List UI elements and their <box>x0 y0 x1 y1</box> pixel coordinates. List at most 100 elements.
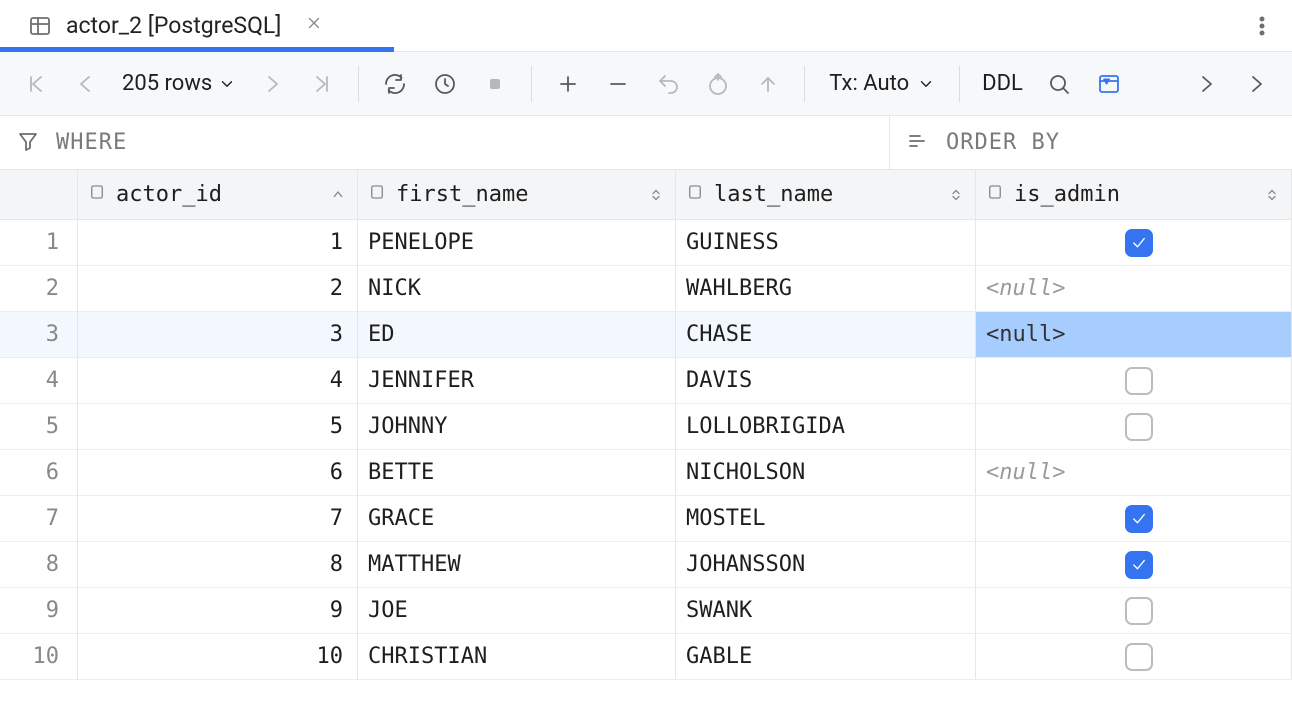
tx-mode-dropdown[interactable]: Tx: Auto <box>819 71 945 96</box>
checkbox[interactable] <box>1125 413 1153 441</box>
gutter-header[interactable] <box>0 170 78 219</box>
table-row[interactable]: 33EDCHASE<null> <box>0 312 1292 358</box>
row-number[interactable]: 10 <box>0 634 78 679</box>
cell-is-admin[interactable] <box>976 542 1292 587</box>
row-number[interactable]: 8 <box>0 542 78 587</box>
cell-first-name[interactable]: GRACE <box>358 496 676 541</box>
where-section[interactable]: WHERE <box>0 116 890 169</box>
close-icon[interactable] <box>295 13 323 38</box>
table-row[interactable]: 88MATTHEWJOHANSSON <box>0 542 1292 588</box>
row-number[interactable]: 7 <box>0 496 78 541</box>
cell-first-name[interactable]: PENELOPE <box>358 220 676 265</box>
tab-overflow-menu[interactable] <box>1232 0 1292 51</box>
checkbox[interactable] <box>1125 597 1153 625</box>
tab-actor2[interactable]: actor_2 [PostgreSQL] <box>0 0 347 51</box>
cell-first-name[interactable]: ED <box>358 312 676 357</box>
cell-is-admin[interactable] <box>976 588 1292 633</box>
revert-button[interactable] <box>646 62 690 106</box>
cell-actor-id[interactable]: 9 <box>78 588 358 633</box>
cell-actor-id[interactable]: 7 <box>78 496 358 541</box>
order-by-section[interactable]: ORDER BY <box>890 116 1292 169</box>
cell-last-name[interactable]: WAHLBERG <box>676 266 976 311</box>
cell-first-name[interactable]: MATTHEW <box>358 542 676 587</box>
search-button[interactable] <box>1037 62 1081 106</box>
column-header-is-admin[interactable]: is_admin <box>976 170 1292 219</box>
checkbox[interactable] <box>1125 367 1153 395</box>
last-page-button[interactable] <box>300 62 344 106</box>
checkbox[interactable] <box>1125 551 1153 579</box>
column-header-first-name[interactable]: first_name <box>358 170 676 219</box>
column-header-actor-id[interactable]: actor_id <box>78 170 358 219</box>
cell-last-name[interactable]: NICHOLSON <box>676 450 976 495</box>
checkbox[interactable] <box>1125 505 1153 533</box>
ddl-button[interactable]: DDL <box>974 71 1031 96</box>
cell-is-admin[interactable]: <null> <box>976 450 1292 495</box>
cell-last-name[interactable]: CHASE <box>676 312 976 357</box>
column-header-last-name[interactable]: last_name <box>676 170 976 219</box>
row-number[interactable]: 2 <box>0 266 78 311</box>
sort-both-icon <box>947 186 965 204</box>
cell-actor-id[interactable]: 1 <box>78 220 358 265</box>
refresh-button[interactable] <box>373 62 417 106</box>
cell-is-admin[interactable] <box>976 220 1292 265</box>
checkbox[interactable] <box>1125 643 1153 671</box>
cell-actor-id[interactable]: 5 <box>78 404 358 449</box>
table-row[interactable]: 44JENNIFERDAVIS <box>0 358 1292 404</box>
prev-page-button[interactable] <box>64 62 108 106</box>
commit-button[interactable] <box>696 62 740 106</box>
cell-is-admin[interactable] <box>976 634 1292 679</box>
column-name: actor_id <box>116 182 222 207</box>
cell-last-name[interactable]: DAVIS <box>676 358 976 403</box>
cell-last-name[interactable]: LOLLOBRIGIDA <box>676 404 976 449</box>
order-by-label: ORDER BY <box>946 130 1060 155</box>
upload-button[interactable] <box>746 62 790 106</box>
cell-last-name[interactable]: JOHANSSON <box>676 542 976 587</box>
cell-last-name[interactable]: GUINESS <box>676 220 976 265</box>
cell-first-name[interactable]: JOE <box>358 588 676 633</box>
add-row-button[interactable] <box>546 62 590 106</box>
table-row[interactable]: 22NICKWAHLBERG<null> <box>0 266 1292 312</box>
table-row[interactable]: 1010CHRISTIANGABLE <box>0 634 1292 680</box>
next-page-button[interactable] <box>250 62 294 106</box>
table-row[interactable]: 55JOHNNYLOLLOBRIGIDA <box>0 404 1292 450</box>
table-row[interactable]: 77GRACEMOSTEL <box>0 496 1292 542</box>
cell-actor-id[interactable]: 10 <box>78 634 358 679</box>
row-number[interactable]: 6 <box>0 450 78 495</box>
row-number[interactable]: 3 <box>0 312 78 357</box>
auto-refresh-button[interactable] <box>423 62 467 106</box>
cell-is-admin[interactable]: <null> <box>976 312 1292 357</box>
cell-is-admin[interactable] <box>976 496 1292 541</box>
cell-first-name[interactable]: NICK <box>358 266 676 311</box>
cell-actor-id[interactable]: 4 <box>78 358 358 403</box>
rows-dropdown[interactable]: 205 rows <box>114 71 244 96</box>
cell-is-admin[interactable] <box>976 358 1292 403</box>
chevron-right-icon[interactable] <box>1184 62 1228 106</box>
cell-is-admin[interactable]: <null> <box>976 266 1292 311</box>
filter-view-button[interactable] <box>1087 62 1131 106</box>
cell-first-name[interactable]: JOHNNY <box>358 404 676 449</box>
chevron-right-icon[interactable] <box>1234 62 1278 106</box>
cell-first-name[interactable]: JENNIFER <box>358 358 676 403</box>
delete-row-button[interactable] <box>596 62 640 106</box>
checkbox[interactable] <box>1125 229 1153 257</box>
row-number[interactable]: 5 <box>0 404 78 449</box>
table-row[interactable]: 66BETTENICHOLSON<null> <box>0 450 1292 496</box>
cell-actor-id[interactable]: 3 <box>78 312 358 357</box>
tx-label: Tx: Auto <box>829 71 909 96</box>
cell-first-name[interactable]: BETTE <box>358 450 676 495</box>
cell-last-name[interactable]: SWANK <box>676 588 976 633</box>
cell-is-admin[interactable] <box>976 404 1292 449</box>
stop-button[interactable] <box>473 62 517 106</box>
cell-last-name[interactable]: MOSTEL <box>676 496 976 541</box>
row-number[interactable]: 1 <box>0 220 78 265</box>
cell-first-name[interactable]: CHRISTIAN <box>358 634 676 679</box>
table-row[interactable]: 99JOESWANK <box>0 588 1292 634</box>
cell-actor-id[interactable]: 2 <box>78 266 358 311</box>
row-number[interactable]: 9 <box>0 588 78 633</box>
first-page-button[interactable] <box>14 62 58 106</box>
cell-actor-id[interactable]: 6 <box>78 450 358 495</box>
cell-last-name[interactable]: GABLE <box>676 634 976 679</box>
table-row[interactable]: 11PENELOPEGUINESS <box>0 220 1292 266</box>
row-number[interactable]: 4 <box>0 358 78 403</box>
cell-actor-id[interactable]: 8 <box>78 542 358 587</box>
